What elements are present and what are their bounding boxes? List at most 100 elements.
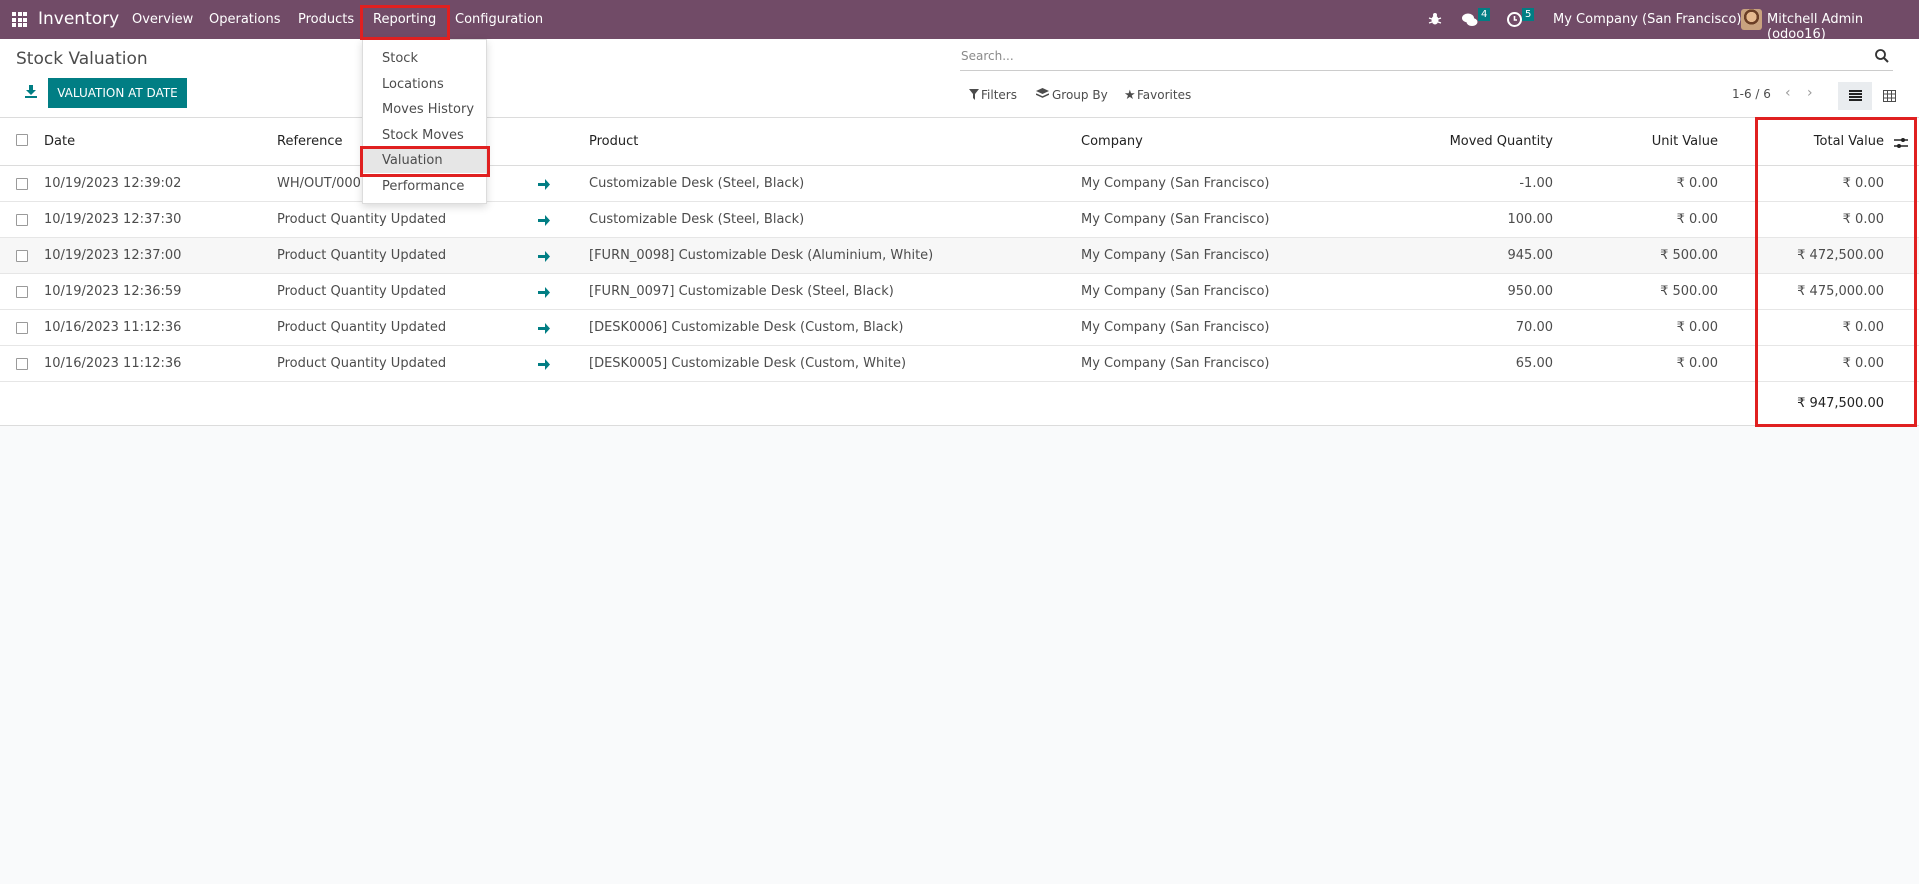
pager-value[interactable]: 1-6 / 6 [1732, 87, 1771, 101]
list-view-icon [1849, 90, 1862, 101]
arrow-right-icon[interactable] [538, 359, 550, 370]
row-date: 10/16/2023 11:12:36 [44, 320, 182, 335]
column-reference[interactable]: Reference [277, 134, 342, 149]
pager-next-icon[interactable]: › [1807, 85, 1813, 101]
row-company: My Company (San Francisco) [1081, 320, 1270, 335]
search-input[interactable]: Search... [961, 49, 1014, 63]
row-checkbox[interactable] [16, 250, 28, 262]
row-reference: Product Quantity Updated [277, 212, 447, 227]
row-date: 10/19/2023 12:39:02 [44, 176, 182, 191]
chat-icon[interactable] [1462, 13, 1478, 27]
table-row[interactable]: 10/16/2023 11:12:36 Product Quantity Upd… [0, 310, 1919, 346]
row-product: [DESK0005] Customizable Desk (Custom, Wh… [589, 356, 907, 371]
pivot-view-button[interactable] [1872, 82, 1906, 110]
row-date: 10/16/2023 11:12:36 [44, 356, 182, 371]
download-icon[interactable] [25, 85, 37, 98]
dropdown-item-moves-history[interactable]: Moves History [363, 97, 486, 122]
row-reference: Product Quantity Updated [277, 248, 447, 263]
messages-badge: 4 [1478, 8, 1491, 21]
row-unit-value: ₹ 0.00 [1676, 356, 1718, 371]
row-company: My Company (San Francisco) [1081, 176, 1270, 191]
valuation-at-date-button[interactable]: VALUATION AT DATE [48, 78, 187, 108]
table-row[interactable]: 10/19/2023 12:36:59 Product Quantity Upd… [0, 274, 1919, 310]
table-row[interactable]: 10/19/2023 12:39:02 WH/OUT/0001 Customiz… [0, 166, 1919, 202]
table-footer: ₹ 947,500.00 [0, 382, 1919, 426]
top-navbar: Inventory Overview Operations Products R… [0, 0, 1919, 42]
layers-icon[interactable] [1036, 88, 1049, 100]
row-moved-quantity: 70.00 [1515, 320, 1553, 335]
filter-icon[interactable] [969, 89, 979, 100]
arrow-right-icon[interactable] [538, 323, 550, 334]
row-company: My Company (San Francisco) [1081, 248, 1270, 263]
search-icon[interactable] [1875, 49, 1889, 63]
table-row[interactable]: 10/19/2023 12:37:00 Product Quantity Upd… [0, 238, 1919, 274]
row-checkbox[interactable] [16, 178, 28, 190]
row-checkbox[interactable] [16, 286, 28, 298]
table-header: Date Reference Product Company Moved Qua… [0, 118, 1919, 166]
filters-button[interactable]: Filters [981, 88, 1017, 102]
row-checkbox[interactable] [16, 358, 28, 370]
search-bar[interactable]: Search... [960, 44, 1893, 71]
activities-badge: 5 [1522, 8, 1535, 21]
menu-overview[interactable]: Overview [132, 12, 193, 27]
row-company: My Company (San Francisco) [1081, 284, 1270, 299]
row-company: My Company (San Francisco) [1081, 356, 1270, 371]
reporting-dropdown: Stock Locations Moves History Stock Move… [362, 39, 487, 204]
star-icon[interactable]: ★ [1124, 88, 1136, 103]
total-value-highlight [1755, 117, 1917, 427]
user-menu[interactable]: Mitchell Admin (odoo16) [1767, 12, 1919, 42]
column-unit-value[interactable]: Unit Value [1652, 134, 1718, 149]
menu-operations[interactable]: Operations [209, 12, 280, 27]
row-unit-value: ₹ 0.00 [1676, 212, 1718, 227]
column-moved-quantity[interactable]: Moved Quantity [1450, 134, 1553, 149]
row-moved-quantity: 950.00 [1507, 284, 1554, 299]
column-product[interactable]: Product [589, 134, 638, 149]
list-view-button[interactable] [1838, 82, 1872, 110]
clock-icon[interactable] [1507, 12, 1522, 27]
dropdown-item-locations[interactable]: Locations [363, 72, 486, 97]
row-product: Customizable Desk (Steel, Black) [589, 212, 805, 227]
row-product: Customizable Desk (Steel, Black) [589, 176, 805, 191]
page-title: Stock Valuation [16, 49, 148, 69]
column-company[interactable]: Company [1081, 134, 1143, 149]
row-moved-quantity: -1.00 [1519, 176, 1553, 191]
arrow-right-icon[interactable] [538, 179, 550, 190]
company-switcher[interactable]: My Company (San Francisco) [1553, 12, 1741, 27]
valuation-table: Date Reference Product Company Moved Qua… [0, 118, 1919, 426]
pivot-view-icon [1883, 90, 1896, 102]
row-unit-value: ₹ 0.00 [1676, 176, 1718, 191]
group-by-button[interactable]: Group By [1052, 88, 1108, 102]
app-name[interactable]: Inventory [38, 9, 119, 29]
arrow-right-icon[interactable] [538, 215, 550, 226]
row-date: 10/19/2023 12:37:30 [44, 212, 182, 227]
row-product: [DESK0006] Customizable Desk (Custom, Bl… [589, 320, 904, 335]
row-reference: Product Quantity Updated [277, 356, 447, 371]
dropdown-item-performance[interactable]: Performance [363, 174, 486, 199]
row-product: [FURN_0097] Customizable Desk (Steel, Bl… [589, 284, 894, 299]
table-row[interactable]: 10/19/2023 12:37:30 Product Quantity Upd… [0, 202, 1919, 238]
dropdown-item-stock[interactable]: Stock [363, 46, 486, 71]
row-checkbox[interactable] [16, 322, 28, 334]
menu-products[interactable]: Products [298, 12, 354, 27]
arrow-right-icon[interactable] [538, 287, 550, 298]
row-reference: Product Quantity Updated [277, 320, 447, 335]
avatar[interactable] [1741, 9, 1762, 30]
row-reference: WH/OUT/0001 [277, 176, 370, 191]
table-row[interactable]: 10/16/2023 11:12:36 Product Quantity Upd… [0, 346, 1919, 382]
pager-previous-icon[interactable]: ‹ [1785, 85, 1791, 101]
row-checkbox[interactable] [16, 214, 28, 226]
row-moved-quantity: 100.00 [1507, 212, 1554, 227]
row-unit-value: ₹ 500.00 [1660, 248, 1718, 263]
favorites-button[interactable]: Favorites [1137, 88, 1191, 102]
row-date: 10/19/2023 12:36:59 [44, 284, 182, 299]
menu-configuration[interactable]: Configuration [455, 12, 543, 27]
select-all-checkbox[interactable] [16, 134, 28, 146]
apps-grid-icon[interactable] [12, 12, 27, 27]
row-date: 10/19/2023 12:37:00 [44, 248, 182, 263]
bug-icon[interactable] [1428, 12, 1442, 26]
row-unit-value: ₹ 500.00 [1660, 284, 1718, 299]
dropdown-item-stock-moves[interactable]: Stock Moves [363, 123, 486, 148]
row-product: [FURN_0098] Customizable Desk (Aluminium… [589, 248, 934, 263]
arrow-right-icon[interactable] [538, 251, 550, 262]
column-date[interactable]: Date [44, 134, 75, 149]
